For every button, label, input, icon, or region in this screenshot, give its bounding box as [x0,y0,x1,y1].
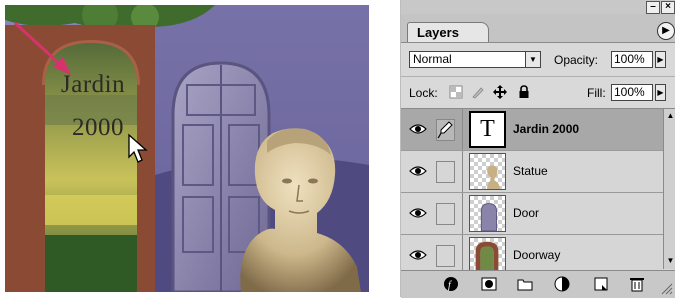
lock-row: Lock: Fill: 100% ▶ [401,77,675,109]
eye-icon[interactable] [409,122,427,136]
tab-row: Layers ▶ [401,14,675,43]
trash-icon[interactable] [629,276,645,292]
blend-row: Normal ▼ Opacity: 100% ▶ [401,43,675,77]
layers-scrollbar[interactable]: ▲ ▼ [663,109,675,269]
column-divider [462,109,463,150]
blend-mode-select[interactable]: Normal ▼ [409,51,541,68]
new-layer-icon[interactable] [593,276,609,292]
layer-row-doorway[interactable]: Doorway [401,235,663,271]
door-thumb-image [480,203,497,231]
minimize-button[interactable]: – [646,1,660,14]
brush-icon [437,121,453,139]
layer-name[interactable]: Statue [513,164,548,178]
fill-label: Fill: [587,86,606,100]
document-canvas[interactable]: Jardin 2000 [5,5,369,292]
layer-name[interactable]: Jardin 2000 [513,122,579,136]
layer-link-cell[interactable] [436,161,455,183]
palette-menu-button[interactable]: ▶ [657,22,675,40]
eye-icon[interactable] [409,164,427,178]
layer-edit-cell[interactable] [436,119,455,141]
column-divider [462,235,463,270]
blend-mode-value: Normal [413,52,452,66]
add-mask-icon[interactable] [481,276,497,292]
fill-field[interactable]: 100% [611,84,653,101]
lock-all-icon[interactable] [517,85,531,99]
doorway-layer-thumbnail[interactable] [469,237,506,270]
layer-link-cell[interactable] [436,245,455,267]
composite-artwork [5,5,369,292]
lock-label: Lock: [409,86,438,100]
eye-icon[interactable] [409,248,427,262]
layer-style-icon[interactable]: f [443,276,459,292]
eye-icon[interactable] [409,206,427,220]
palette-titlebar[interactable]: – × [401,0,675,14]
column-divider [462,193,463,234]
layer-name[interactable]: Doorway [513,248,560,262]
jardin-text-line2[interactable]: 2000 [72,114,124,142]
door-layer-thumbnail[interactable] [469,195,506,232]
new-set-icon[interactable] [517,276,533,292]
jardin-text-line1[interactable]: Jardin [61,71,125,99]
statue-layer-thumbnail[interactable] [469,153,506,190]
layers-palette: – × Layers ▶ Normal ▼ Opacity: 100% ▶ Lo… [400,0,675,298]
opacity-field[interactable]: 100% [611,51,653,68]
layer-row-statue[interactable]: Statue [401,151,663,193]
column-divider [462,151,463,192]
lock-position-icon[interactable] [493,85,507,99]
adjustment-layer-icon[interactable] [554,276,570,292]
layer-link-cell[interactable] [436,203,455,225]
layer-row-door[interactable]: Door [401,193,663,235]
scroll-up-icon[interactable]: ▲ [665,111,675,121]
palette-bottom-bar: f [401,270,675,298]
scroll-down-icon[interactable]: ▼ [665,256,675,266]
lock-transparency-icon[interactable] [449,85,463,99]
layer-row-jardin-2000[interactable]: T Jardin 2000 [401,109,663,151]
tab-layers[interactable]: Layers [407,22,489,42]
doorway-thumb-image [475,241,499,270]
close-button[interactable]: × [661,1,675,14]
opacity-slider-arrow-icon[interactable]: ▶ [655,51,666,68]
resize-grip-icon[interactable] [659,281,673,295]
text-layer-thumbnail[interactable]: T [469,111,506,148]
layer-name[interactable]: Door [513,206,539,220]
chevron-down-icon: ▼ [525,52,540,67]
fill-slider-arrow-icon[interactable]: ▶ [655,84,666,101]
opacity-label: Opacity: [554,53,599,67]
lock-image-pixels-icon[interactable] [471,85,485,99]
statue-thumb-image [487,165,501,189]
